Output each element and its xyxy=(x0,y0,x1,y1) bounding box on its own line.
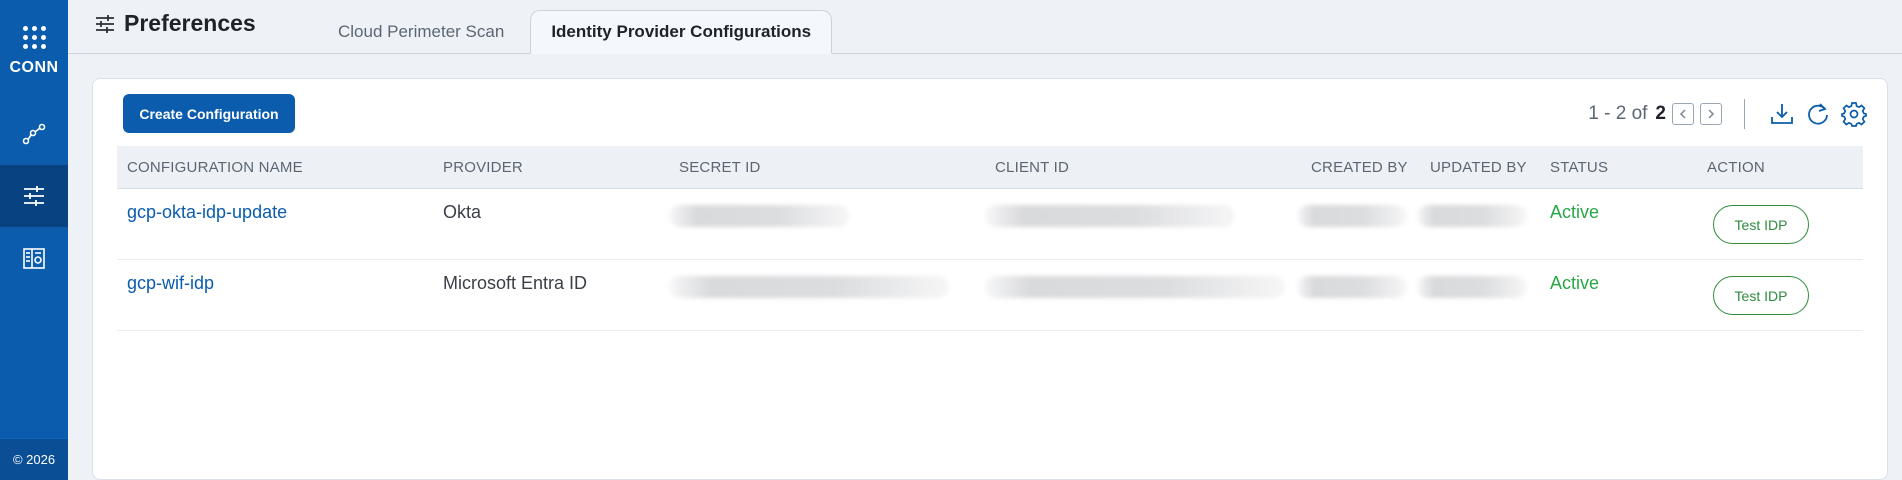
chevron-right-icon xyxy=(1708,109,1715,119)
status-badge: Active xyxy=(1550,273,1600,293)
table-row: gcp-okta-idp-update Okta Active Test IDP xyxy=(117,189,1863,260)
download-icon xyxy=(1771,104,1793,124)
download-button[interactable] xyxy=(1769,101,1795,127)
provider-cell: Okta xyxy=(443,202,482,222)
status-badge: Active xyxy=(1550,202,1600,222)
secret-id-redacted xyxy=(669,276,949,298)
workflow-icon xyxy=(22,123,46,145)
created-by-redacted xyxy=(1297,205,1407,227)
copyright: © 2026 xyxy=(0,438,68,480)
config-name-link[interactable]: gcp-okta-idp-update xyxy=(127,202,287,223)
building-icon xyxy=(23,248,45,269)
sidebar: CONN © 2026 xyxy=(0,0,68,480)
create-configuration-button[interactable]: Create Configuration xyxy=(123,94,295,133)
updated-by-redacted xyxy=(1417,276,1527,298)
test-idp-button[interactable]: Test IDP xyxy=(1713,276,1809,315)
page-title: Preferences xyxy=(94,10,256,37)
col-created-by[interactable]: CREATED BY xyxy=(1311,159,1408,176)
pagination: 1 - 2 of 2 xyxy=(1588,99,1867,129)
config-name-link[interactable]: gcp-wif-idp xyxy=(127,273,214,294)
table-header: CONFIGURATION NAME PROVIDER SECRET ID CL… xyxy=(117,146,1863,189)
page-title-text: Preferences xyxy=(124,10,256,36)
app-name: CONN xyxy=(9,59,59,76)
col-updated-by[interactable]: UPDATED BY xyxy=(1430,159,1527,176)
client-id-redacted xyxy=(985,276,1285,298)
col-client-id[interactable]: CLIENT ID xyxy=(995,159,1069,176)
col-configuration-name[interactable]: CONFIGURATION NAME xyxy=(127,159,303,176)
sliders-icon xyxy=(24,186,44,206)
chevron-left-icon xyxy=(1679,109,1686,119)
tab-cloud-perimeter-scan[interactable]: Cloud Perimeter Scan xyxy=(312,10,530,54)
tab-bar: Cloud Perimeter Scan Identity Provider C… xyxy=(312,10,833,54)
col-secret-id[interactable]: SECRET ID xyxy=(679,159,761,176)
prev-page-button[interactable] xyxy=(1672,103,1694,125)
col-status[interactable]: STATUS xyxy=(1550,159,1608,176)
secret-id-redacted xyxy=(669,205,849,227)
updated-by-redacted xyxy=(1417,205,1527,227)
col-action: ACTION xyxy=(1707,159,1765,176)
col-provider[interactable]: PROVIDER xyxy=(443,159,523,176)
tab-identity-provider-configurations[interactable]: Identity Provider Configurations xyxy=(530,10,833,54)
content-card: Create Configuration 1 - 2 of 2 CONFIGUR… xyxy=(92,78,1888,480)
created-by-redacted xyxy=(1297,276,1407,298)
idp-config-table: CONFIGURATION NAME PROVIDER SECRET ID CL… xyxy=(117,146,1863,331)
refresh-icon xyxy=(1808,103,1828,125)
pager-total: 2 xyxy=(1655,103,1666,124)
header: Preferences Cloud Perimeter Scan Identit… xyxy=(68,0,1902,54)
sidebar-item-workflow[interactable] xyxy=(0,103,68,165)
sliders-icon xyxy=(96,14,114,33)
next-page-button[interactable] xyxy=(1700,103,1722,125)
sidebar-item-buildings[interactable] xyxy=(0,227,68,289)
table-row: gcp-wif-idp Microsoft Entra ID Active Te… xyxy=(117,260,1863,331)
client-id-redacted xyxy=(985,205,1235,227)
sidebar-item-preferences[interactable] xyxy=(0,165,68,227)
toolbar-divider xyxy=(1744,99,1745,129)
test-idp-button[interactable]: Test IDP xyxy=(1713,205,1809,244)
app-grid-icon[interactable] xyxy=(22,26,46,49)
provider-cell: Microsoft Entra ID xyxy=(443,273,588,293)
app-brand[interactable]: CONN xyxy=(0,0,68,103)
settings-button[interactable] xyxy=(1841,101,1867,127)
pager-range: 1 - 2 of xyxy=(1588,103,1648,124)
gear-icon xyxy=(1841,102,1867,127)
refresh-button[interactable] xyxy=(1805,101,1831,127)
